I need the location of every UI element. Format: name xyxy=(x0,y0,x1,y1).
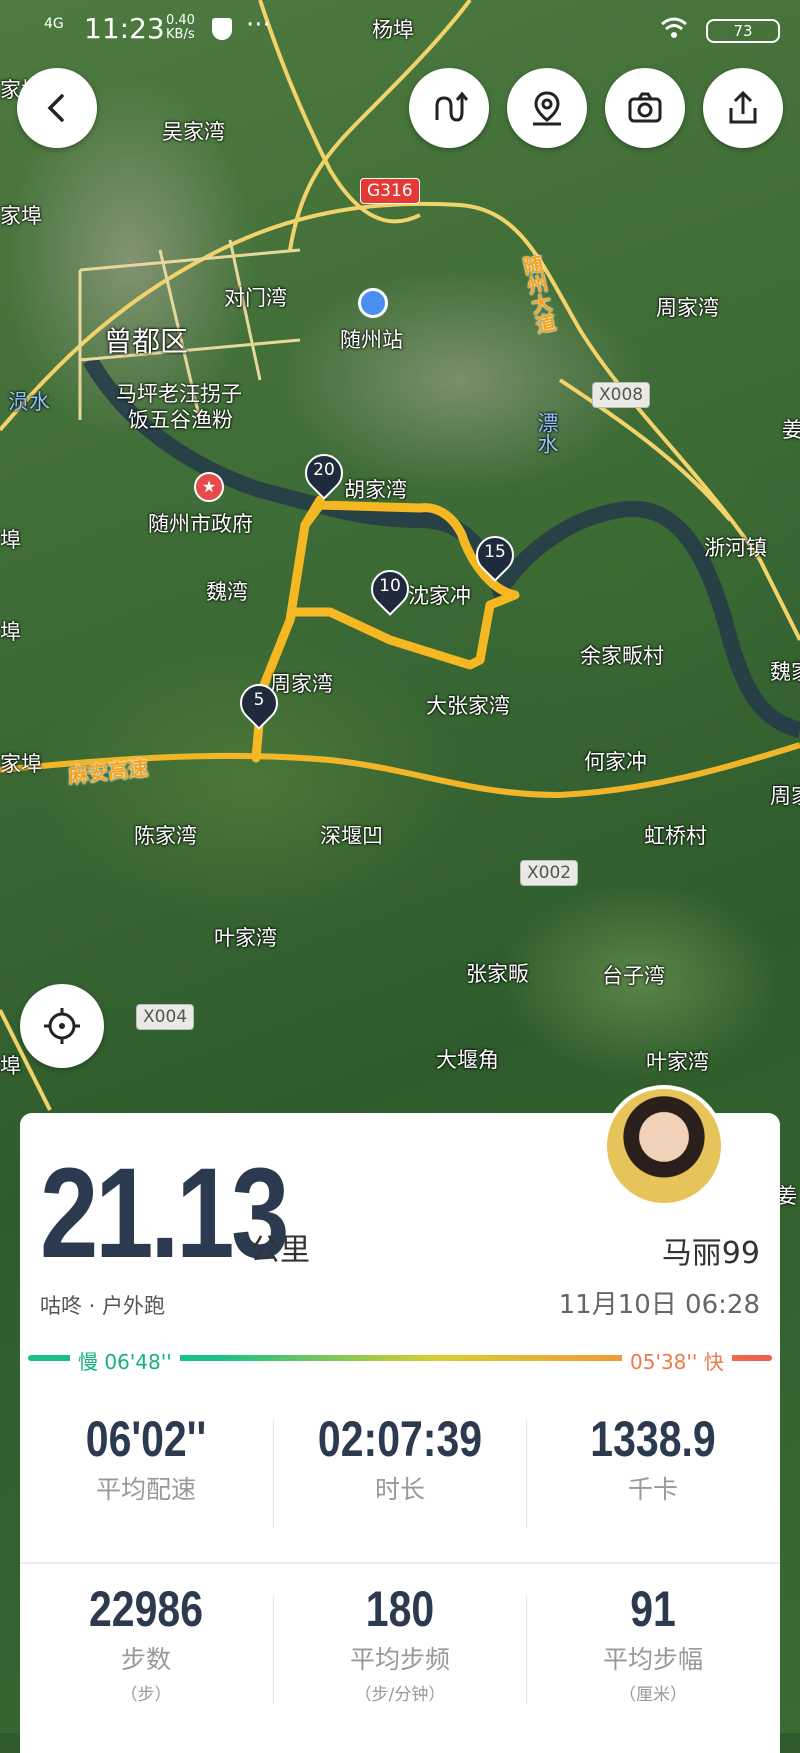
place-label: 虹桥村 xyxy=(644,824,707,848)
stat-value: 91 xyxy=(630,1581,676,1637)
stat-label: 平均步频 xyxy=(349,1645,450,1674)
place-label: 家埠 xyxy=(0,752,42,776)
stat-value: 1338.9 xyxy=(590,1411,716,1467)
place-label: 随州市政府 xyxy=(148,512,253,536)
road-tag: G316 xyxy=(360,178,420,204)
place-label: 家埠 xyxy=(0,204,42,228)
place-label: 胡家湾 xyxy=(344,478,407,502)
place-label: 大张家湾 xyxy=(426,694,510,718)
share-button[interactable] xyxy=(703,68,783,148)
place-label: 埠 xyxy=(0,620,21,644)
signal-indicator: 4G xyxy=(44,16,64,32)
back-icon xyxy=(47,94,64,122)
place-label: 魏家 xyxy=(770,660,800,684)
wifi-icon xyxy=(660,16,688,46)
route-icon xyxy=(435,91,469,122)
battery-indicator: 73 xyxy=(706,19,780,43)
km-marker-label: 10 xyxy=(379,576,401,596)
stat-unit: （厘米） xyxy=(619,1685,687,1705)
stat-value: 06'02'' xyxy=(85,1411,207,1467)
place-label: 陈家湾 xyxy=(134,824,197,848)
activity-datetime: 11月10日 06:28 xyxy=(558,1290,760,1320)
stat-label: 平均配速 xyxy=(95,1475,196,1504)
clock: 11:23 xyxy=(84,12,165,45)
user-name: 马丽99 xyxy=(661,1236,760,1271)
stat-label: 步数 xyxy=(120,1645,171,1674)
network-speed-value: 0.40 xyxy=(166,13,195,28)
locate-button[interactable] xyxy=(20,984,104,1068)
stat-label: 千卡 xyxy=(627,1475,678,1504)
stat-stride: 91 平均步幅 （厘米） xyxy=(527,1580,779,1705)
crosshair-icon xyxy=(44,1008,80,1044)
place-label: 对门湾 xyxy=(224,286,287,310)
star-icon: ★ xyxy=(194,472,224,502)
network-speed-unit: KB/s xyxy=(166,27,195,42)
route-button[interactable] xyxy=(409,68,489,148)
place-label: 周家 xyxy=(770,784,800,808)
location-pin-icon xyxy=(533,91,561,126)
road-tag: X002 xyxy=(520,860,579,886)
place-label: 叶家湾 xyxy=(214,926,277,950)
stat-steps: 22986 步数 （步） xyxy=(20,1580,272,1705)
place-label: 吴家湾 xyxy=(162,120,225,144)
river-label: 漂水 xyxy=(535,412,559,454)
place-label: 埠 xyxy=(0,1054,21,1078)
stat-avg-pace: 06'02'' 平均配速 xyxy=(20,1410,272,1506)
place-label: 涢水 xyxy=(8,390,50,414)
km-marker[interactable]: 10 xyxy=(363,562,417,620)
shield-icon xyxy=(212,18,232,40)
stat-value: 02:07:39 xyxy=(317,1411,483,1467)
stat-cadence: 180 平均步频 （步/分钟） xyxy=(274,1580,526,1705)
place-label: 埠 xyxy=(0,528,21,552)
place-label: 张家畈 xyxy=(466,962,529,986)
more-status-icon: ··· xyxy=(246,10,271,40)
place-label: 饭五谷渔粉 xyxy=(128,408,233,432)
camera-button[interactable] xyxy=(605,68,685,148)
place-label: 叶家湾 xyxy=(646,1050,709,1074)
place-label: 曾都区 xyxy=(104,325,189,358)
place-label: 何家冲 xyxy=(584,750,647,774)
train-station-icon xyxy=(358,288,388,318)
place-label: 魏湾 xyxy=(206,580,248,604)
camera-icon xyxy=(628,92,662,123)
share-icon xyxy=(729,90,757,124)
slow-pace-label: 慢 06'48'' xyxy=(70,1346,180,1375)
place-label: 随州站 xyxy=(340,328,403,352)
stat-duration: 02:07:39 时长 xyxy=(274,1410,526,1506)
stat-value: 180 xyxy=(365,1581,435,1637)
place-label: 台子湾 xyxy=(602,964,665,988)
km-marker-label: 20 xyxy=(313,460,335,480)
place-label: 姜 xyxy=(782,418,800,442)
place-label: 周家湾 xyxy=(270,672,333,696)
fast-pace-label: 05'38'' 快 xyxy=(622,1346,732,1375)
km-marker[interactable]: 5 xyxy=(232,676,286,734)
stat-unit: （步） xyxy=(120,1685,172,1705)
km-marker[interactable]: 20 xyxy=(297,446,351,504)
road-tag: X004 xyxy=(136,1004,195,1030)
status-bar: 4G 11:23 0.40 KB/s ··· 73 xyxy=(0,0,800,60)
divider xyxy=(20,1562,780,1564)
stat-label: 平均步幅 xyxy=(602,1645,703,1674)
back-button[interactable] xyxy=(17,68,97,148)
network-speed: 0.40 KB/s xyxy=(166,14,195,42)
stat-calories: 1338.9 千卡 xyxy=(527,1410,779,1506)
km-marker-label: 5 xyxy=(253,690,265,710)
avatar[interactable] xyxy=(603,1085,725,1207)
stat-label: 时长 xyxy=(374,1475,425,1504)
km-marker[interactable]: 15 xyxy=(468,528,522,586)
place-label: 大堰角 xyxy=(436,1048,499,1072)
place-label: 周家湾 xyxy=(656,296,719,320)
stat-unit: （步/分钟） xyxy=(354,1685,446,1705)
stat-value: 22986 xyxy=(88,1581,204,1637)
distance-unit: 公里 xyxy=(250,1233,310,1268)
place-label: 沈家冲 xyxy=(408,584,471,608)
place-label: 深堰凹 xyxy=(320,824,383,848)
road-tag: X008 xyxy=(592,382,651,408)
place-label: 浙河镇 xyxy=(704,536,767,560)
location-button[interactable] xyxy=(507,68,587,148)
activity-source: 咕咚 · 户外跑 xyxy=(40,1294,166,1318)
km-marker-label: 15 xyxy=(484,542,506,562)
place-label: 余家畈村 xyxy=(580,644,664,668)
